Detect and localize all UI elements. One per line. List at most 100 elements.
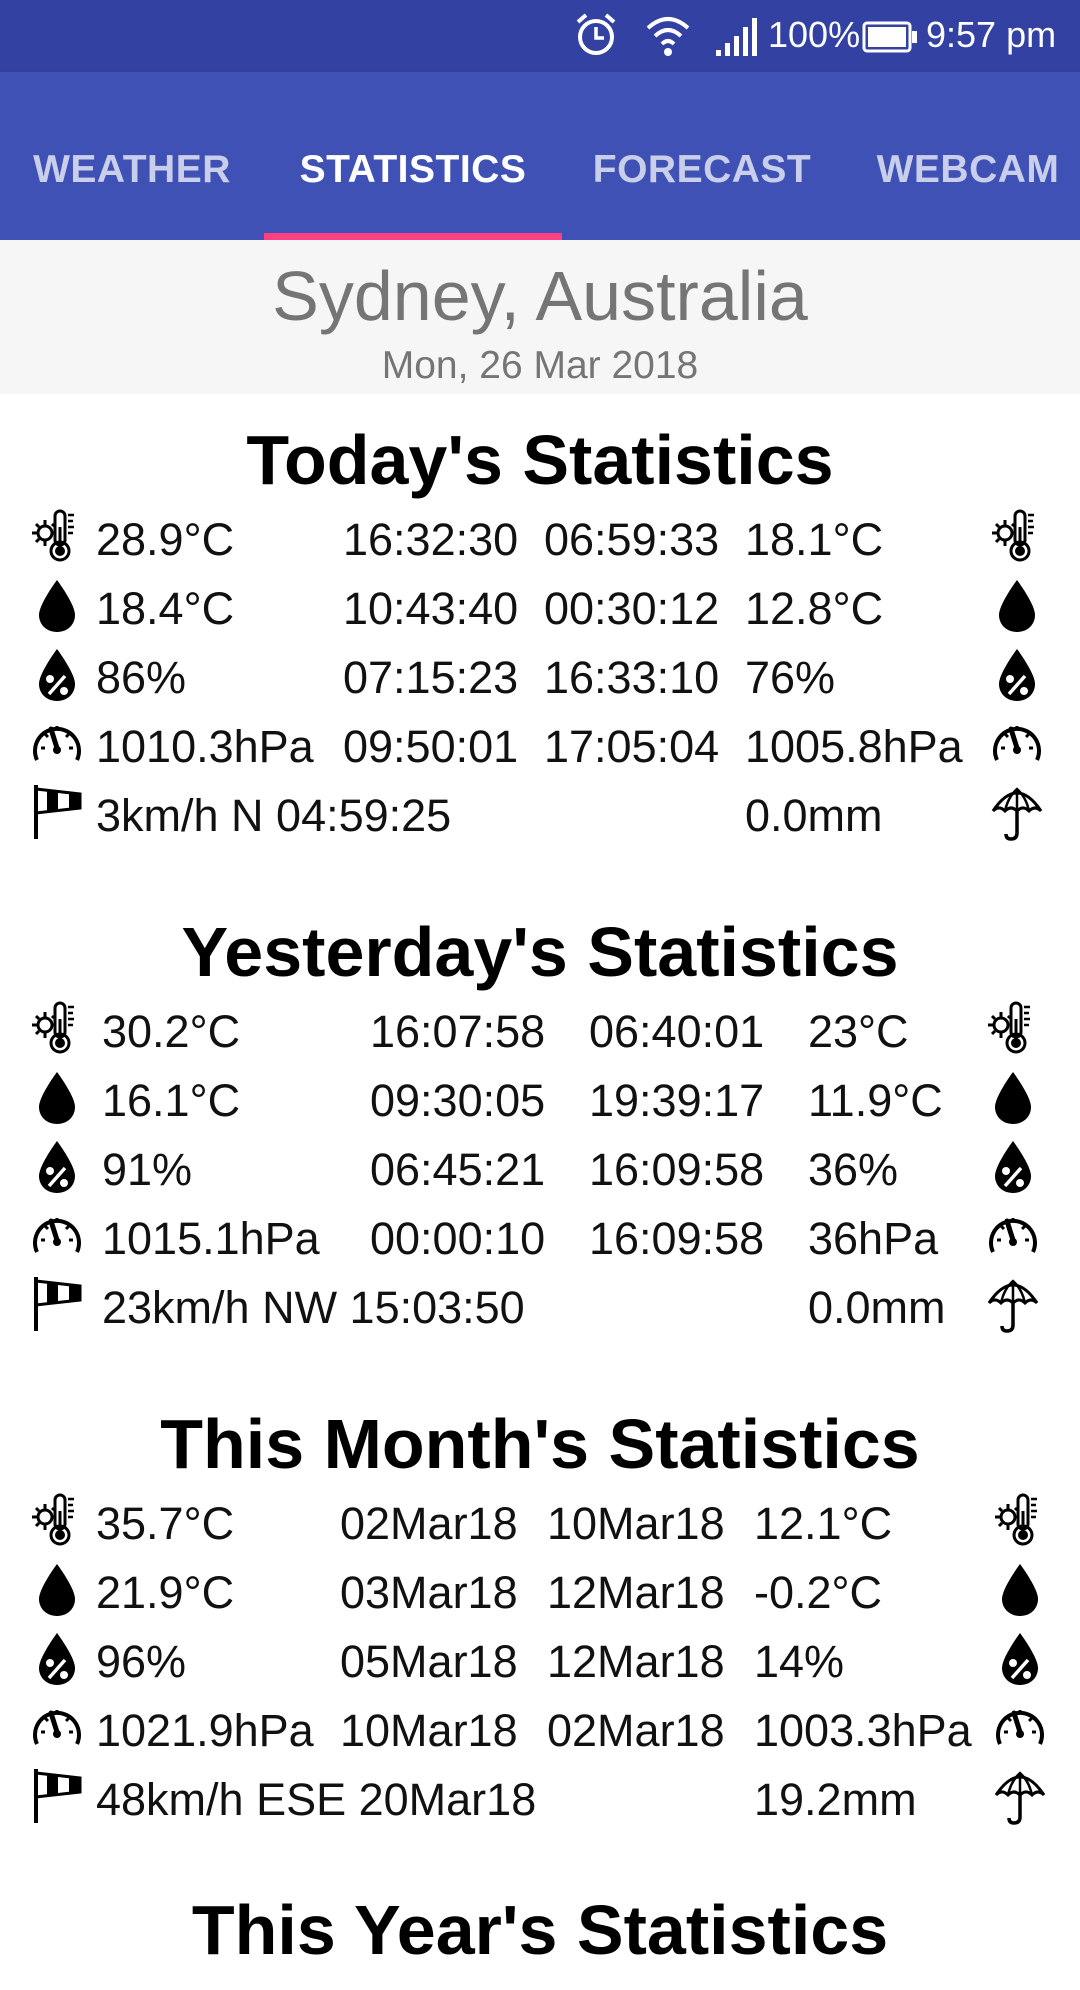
stat-row: 30.2°C 16:07:58 06:40:01 23°C [0, 997, 1080, 1066]
stats-section: This Year's Statistics [0, 1890, 1080, 1990]
wifi-icon [644, 14, 692, 67]
stat-low-time: 19:39:17 [589, 1075, 765, 1126]
stat-high-time: 09:50:01 [343, 721, 519, 772]
barometer-icon [30, 712, 84, 772]
stat-low-time: 06:59:33 [544, 514, 720, 565]
tab-weather[interactable]: WEATHER [0, 72, 264, 240]
umbrella-icon [993, 1765, 1047, 1825]
clock: 9:57 pm [926, 14, 1057, 55]
thermometer-icon [990, 505, 1044, 565]
stat-row: 96% 05Mar18 12Mar18 14% [0, 1627, 1080, 1696]
stat-high-time: 10Mar18 [340, 1705, 518, 1756]
thermometer-icon [30, 1489, 84, 1549]
dewpoint-drop-icon [30, 574, 84, 634]
stat-row: 1010.3hPa 09:50:01 17:05:04 1005.8hPa [0, 712, 1080, 781]
stat-low-time: 17:05:04 [544, 721, 720, 772]
windsock-icon [30, 781, 84, 841]
stat-low-value: 76% [745, 652, 836, 703]
stat-low-time: 12Mar18 [547, 1636, 725, 1687]
stat-row: 48km/h ESE 20Mar18 19.2mm [0, 1765, 1080, 1834]
stat-high-value: 30.2°C [102, 1006, 241, 1057]
stat-high-time: 09:30:05 [370, 1075, 546, 1126]
stat-high-value: 96% [96, 1636, 187, 1687]
dewpoint-drop-icon [30, 1066, 84, 1126]
stats-section: Yesterday's Statistics 30.2°C 16:07:58 06:4… [0, 912, 1080, 1357]
windsock-icon [30, 1765, 84, 1825]
battery-icon [862, 20, 918, 62]
dewpoint-drop-icon [30, 1558, 84, 1618]
stat-low-value: 1005.8hPa [745, 721, 963, 772]
stat-high-time: 16:32:30 [343, 514, 519, 565]
stat-row: 91% 06:45:21 16:09:58 36% [0, 1135, 1080, 1204]
stat-low-value: 23°C [808, 1006, 909, 1057]
stat-low-value: 36% [808, 1144, 899, 1195]
stat-low-value: 14% [754, 1636, 845, 1687]
stat-low-value: 0.0mm [745, 790, 883, 841]
stat-low-time: 02Mar18 [547, 1705, 725, 1756]
tab-webcam[interactable]: WEBCAM [856, 72, 1080, 240]
stat-low-value: 36hPa [808, 1213, 939, 1264]
city-name: Sydney, Australia [272, 257, 808, 335]
signal-icon [714, 16, 760, 65]
stat-row: 1021.9hPa 10Mar18 02Mar18 1003.3hPa [0, 1696, 1080, 1765]
stat-high-value: 48km/h ESE 20Mar18 [96, 1774, 537, 1825]
barometer-icon [990, 712, 1044, 772]
stat-high-value: 1015.1hPa [102, 1213, 320, 1264]
stat-low-value: 19.2mm [754, 1774, 917, 1825]
stat-row: 16.1°C 09:30:05 19:39:17 11.9°C [0, 1066, 1080, 1135]
tab-statistics[interactable]: STATISTICS [264, 72, 562, 240]
stat-high-value: 3km/h N 04:59:25 [96, 790, 452, 841]
dewpoint-drop-icon [986, 1066, 1040, 1126]
stat-high-time: 00:00:10 [370, 1213, 546, 1264]
stat-low-value: 12.1°C [754, 1498, 893, 1549]
stat-low-value: 18.1°C [745, 514, 884, 565]
tab-indicator [264, 233, 562, 240]
humidity-icon [986, 1135, 1040, 1195]
location-header: Sydney, Australia Mon, 26 Mar 2018 [0, 240, 1080, 394]
stat-row: 21.9°C 03Mar18 12Mar18 -0.2°C [0, 1558, 1080, 1627]
barometer-icon [986, 1204, 1040, 1264]
stat-low-time: 16:09:58 [589, 1213, 765, 1264]
stat-low-value: 0.0mm [808, 1282, 946, 1333]
stat-low-time: 00:30:12 [544, 583, 720, 634]
barometer-icon [30, 1696, 84, 1756]
stat-high-time: 16:07:58 [370, 1006, 546, 1057]
humidity-icon [993, 1627, 1047, 1687]
stat-high-time: 02Mar18 [340, 1498, 518, 1549]
stat-high-time: 06:45:21 [370, 1144, 546, 1195]
stat-row: 1015.1hPa 00:00:10 16:09:58 36hPa [0, 1204, 1080, 1273]
stat-low-value: 12.8°C [745, 583, 884, 634]
stat-low-value: 11.9°C [808, 1075, 943, 1126]
stat-low-time: 06:40:01 [589, 1006, 765, 1057]
stat-high-time: 03Mar18 [340, 1567, 518, 1618]
barometer-icon [993, 1696, 1047, 1756]
stats-section: Today's Statistics 28.9°C 16:32:30 06:59:33… [0, 420, 1080, 865]
stat-high-value: 23km/h NW 15:03:50 [102, 1282, 525, 1333]
stat-high-value: 35.7°C [96, 1498, 235, 1549]
tab-forecast[interactable]: FORECAST [574, 72, 830, 240]
stat-low-time: 12Mar18 [547, 1567, 725, 1618]
stat-high-value: 1021.9hPa [96, 1705, 314, 1756]
section-title: This Month's Statistics [160, 1405, 920, 1483]
stat-row: 3km/h N 04:59:25 0.0mm [0, 781, 1080, 850]
stat-high-value: 1010.3hPa [96, 721, 314, 772]
thermometer-icon [30, 505, 84, 565]
section-title: This Year's Statistics [191, 1891, 889, 1969]
windsock-icon [30, 1273, 84, 1333]
thermometer-icon [993, 1489, 1047, 1549]
stat-high-value: 21.9°C [96, 1567, 235, 1618]
current-date: Mon, 26 Mar 2018 [381, 344, 699, 387]
barometer-icon [30, 1204, 84, 1264]
stat-low-value: 1003.3hPa [754, 1705, 972, 1756]
umbrella-icon [986, 1273, 1040, 1333]
dewpoint-drop-icon [993, 1558, 1047, 1618]
stat-high-value: 18.4°C [96, 583, 235, 634]
humidity-icon [30, 643, 84, 703]
stat-high-time: 07:15:23 [343, 652, 519, 703]
humidity-icon [30, 1627, 84, 1687]
status-bar: 100% 9:57 pm [0, 0, 1080, 72]
tab-bar: WEATHER STATISTICS FORECAST WEBCAM [0, 72, 1080, 240]
stats-section: This Month's Statistics 35.7°C 02Mar18 10Ma… [0, 1404, 1080, 1849]
battery-percent: 100% [768, 14, 861, 55]
stat-high-value: 91% [102, 1144, 193, 1195]
